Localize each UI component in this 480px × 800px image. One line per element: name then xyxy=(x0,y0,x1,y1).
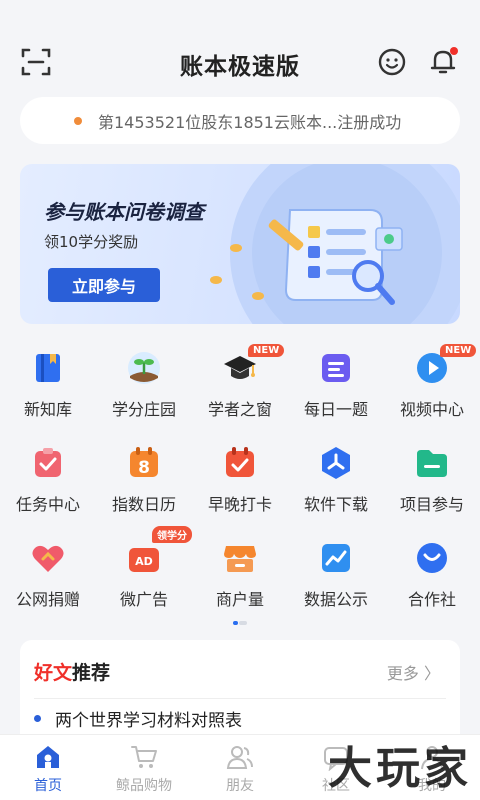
grid-item-label: 软件下载 xyxy=(303,495,368,514)
page-dot xyxy=(239,621,247,625)
grid-item-label: 公网捐赠 xyxy=(15,590,80,609)
article-title: 两个世界学习材料对照表 xyxy=(55,711,242,731)
banner-title: 参与账本问卷调查 xyxy=(44,200,204,224)
scan-icon[interactable] xyxy=(20,46,52,78)
grid-item-micro-ads[interactable]: AD 微广告 领学分 xyxy=(96,526,192,624)
grid-item-index-calendar[interactable]: 8 指数日历 xyxy=(96,435,192,529)
customer-service-icon[interactable] xyxy=(376,46,408,78)
grid-item-video-center[interactable]: 视频中心 NEW xyxy=(384,340,480,434)
grid-item-label: 商户量 xyxy=(215,590,264,609)
credit-badge: 领学分 xyxy=(152,526,192,543)
grid-item-label: 项目参与 xyxy=(399,495,464,514)
more-link[interactable]: 更多 〉 xyxy=(387,660,440,684)
list-item[interactable]: 两个世界学习材料对照表 xyxy=(34,706,242,731)
bell-icon[interactable] xyxy=(426,44,460,78)
feature-grid: 新知库 学分庄园 学者之窗 NEW 每日一题 视频中心 NEW 任务中心 8 指… xyxy=(0,340,480,626)
folder-icon xyxy=(414,445,450,481)
grid-item-merchant-volume[interactable]: 商户量 xyxy=(192,530,288,624)
sprout-icon xyxy=(126,350,162,386)
page-title: 账本极速版 xyxy=(180,54,300,80)
tab-label: 鲸品购物 xyxy=(116,778,172,794)
survey-illustration xyxy=(268,209,403,305)
grid-item-label: 学者之窗 xyxy=(207,400,272,419)
grid-item-software-download[interactable]: 软件下载 xyxy=(288,435,384,529)
new-badge: NEW xyxy=(248,344,285,357)
section-title-rest: 推荐 xyxy=(72,662,111,684)
grid-item-new-knowledge[interactable]: 新知库 xyxy=(0,340,96,434)
coop-icon xyxy=(414,540,450,576)
survey-banner[interactable]: 参与账本问卷调查 领10学分奖励 立即参与 xyxy=(20,164,460,324)
grid-item-task-center[interactable]: 任务中心 xyxy=(0,435,96,529)
join-survey-button[interactable]: 立即参与 xyxy=(48,268,160,302)
tab-friends[interactable]: 朋友 xyxy=(192,735,288,800)
grid-item-data-disclosure[interactable]: 数据公示 xyxy=(288,530,384,624)
hexagon-icon xyxy=(318,445,354,481)
announcement-ticker[interactable]: 第1453521位股东1851云账本...注册成功 xyxy=(20,97,460,144)
grid-item-label: 任务中心 xyxy=(15,495,80,514)
grid-item-project-participation[interactable]: 项目参与 xyxy=(384,435,480,529)
tab-label: 首页 xyxy=(34,778,62,794)
coin-decoration xyxy=(230,244,242,252)
grid-item-label: 指数日历 xyxy=(111,495,176,514)
page-indicator xyxy=(233,621,249,625)
ticker-dot xyxy=(74,117,82,125)
checkin-icon xyxy=(222,445,258,481)
heart-icon xyxy=(30,540,66,576)
banner-subtitle: 领10学分奖励 xyxy=(44,233,139,251)
grid-item-label: 微广告 xyxy=(119,590,168,609)
grid-item-label: 每日一题 xyxy=(303,400,368,419)
grid-item-daily-question[interactable]: 每日一题 xyxy=(288,340,384,434)
bullet-icon xyxy=(34,715,41,722)
svg-text:8: 8 xyxy=(138,458,150,478)
watermark: 大玩家 xyxy=(328,743,472,794)
cart-icon xyxy=(131,746,157,768)
document-icon xyxy=(318,350,354,386)
grid-item-credit-farm[interactable]: 学分庄园 xyxy=(96,340,192,434)
grid-item-label: 学分庄园 xyxy=(111,400,176,419)
grid-item-label: 合作社 xyxy=(407,590,456,609)
grid-item-label: 新知库 xyxy=(23,400,72,419)
home-icon xyxy=(37,746,59,768)
section-title: 好文推荐 xyxy=(34,658,110,685)
tab-label: 朋友 xyxy=(226,778,254,794)
grid-item-public-donation[interactable]: 公网捐赠 xyxy=(0,530,96,624)
app-header: 账本极速版 xyxy=(0,0,480,100)
grid-item-cooperative[interactable]: 合作社 xyxy=(384,530,480,624)
calendar-icon: 8 xyxy=(126,445,162,481)
coin-decoration xyxy=(210,276,222,284)
section-title-highlight: 好文 xyxy=(34,662,73,684)
friends-icon xyxy=(226,746,253,769)
grid-item-scholar-window[interactable]: 学者之窗 NEW xyxy=(192,340,288,434)
store-icon xyxy=(222,540,258,576)
chart-icon xyxy=(318,540,354,576)
ticker-text: 第1453521位股东1851云账本...注册成功 xyxy=(98,112,402,132)
tab-home[interactable]: 首页 xyxy=(0,735,96,800)
divider xyxy=(34,698,446,699)
task-icon xyxy=(30,445,66,481)
grid-item-checkin[interactable]: 早晚打卡 xyxy=(192,435,288,529)
new-badge: NEW xyxy=(440,344,477,357)
ad-icon: AD xyxy=(126,540,162,576)
page-dot-active xyxy=(233,621,238,625)
grid-item-label: 视频中心 xyxy=(399,400,464,419)
grid-item-label: 早晚打卡 xyxy=(207,495,272,514)
tab-shopping[interactable]: 鲸品购物 xyxy=(96,735,192,800)
svg-text:AD: AD xyxy=(135,555,153,568)
grid-item-label: 数据公示 xyxy=(303,590,368,609)
book-icon xyxy=(30,350,66,386)
